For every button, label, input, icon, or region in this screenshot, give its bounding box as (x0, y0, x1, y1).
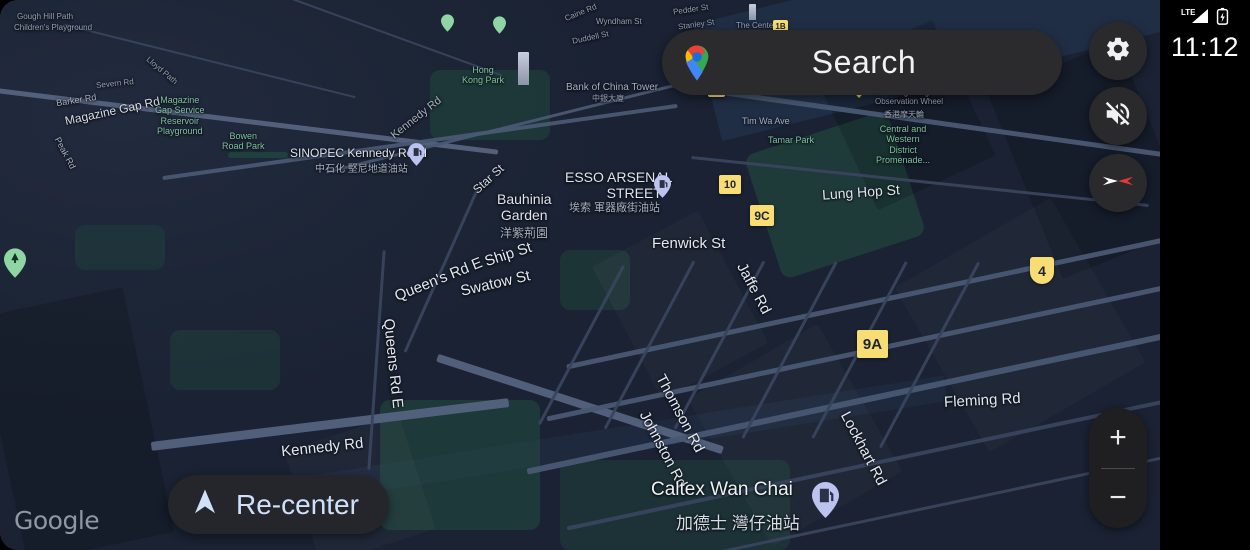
svg-text:LTE: LTE (1181, 8, 1196, 17)
recenter-label: Re-center (236, 488, 359, 520)
map-park (75, 225, 165, 270)
route-shield: 9C (750, 205, 774, 226)
zoom-in-button[interactable]: + (1089, 408, 1147, 468)
navigation-arrow-icon (190, 487, 220, 522)
signal-bars-icon: LTE (1181, 7, 1209, 30)
status-bar: LTE 11:12 (1160, 0, 1250, 63)
zoom-controls[interactable]: + − (1089, 408, 1147, 528)
map-canvas[interactable]: Gough Hill Path Children's Playground Se… (0, 0, 1160, 550)
map-park (170, 330, 280, 390)
clock: 11:12 (1170, 32, 1240, 62)
building-icon (518, 52, 529, 85)
search-bar[interactable]: Search (662, 30, 1062, 95)
map-road (640, 150, 960, 230)
mute-button[interactable] (1089, 87, 1147, 145)
settings-button[interactable] (1089, 22, 1147, 80)
status-icons: LTE (1181, 7, 1229, 30)
google-maps-pin-icon (676, 42, 718, 84)
route-shield: 4 (1030, 257, 1054, 284)
android-auto-screen: Gough Hill Path Children's Playground Se… (0, 0, 1250, 550)
gear-icon (1104, 35, 1132, 68)
recenter-button[interactable]: Re-center (168, 475, 389, 534)
building-icon (749, 4, 756, 20)
route-shield: 10 (719, 175, 741, 194)
zoom-out-button[interactable]: − (1089, 469, 1147, 529)
compass-needle-icon (1099, 171, 1137, 196)
route-shield: 9A (857, 330, 888, 358)
map-park (228, 152, 288, 158)
compass-button[interactable] (1089, 154, 1147, 212)
search-placeholder: Search (811, 44, 917, 80)
google-attribution: Google (14, 506, 100, 535)
sidebar: LTE 11:12 (1160, 0, 1250, 550)
battery-charging-icon (1216, 7, 1229, 30)
speaker-muted-icon (1103, 99, 1133, 134)
